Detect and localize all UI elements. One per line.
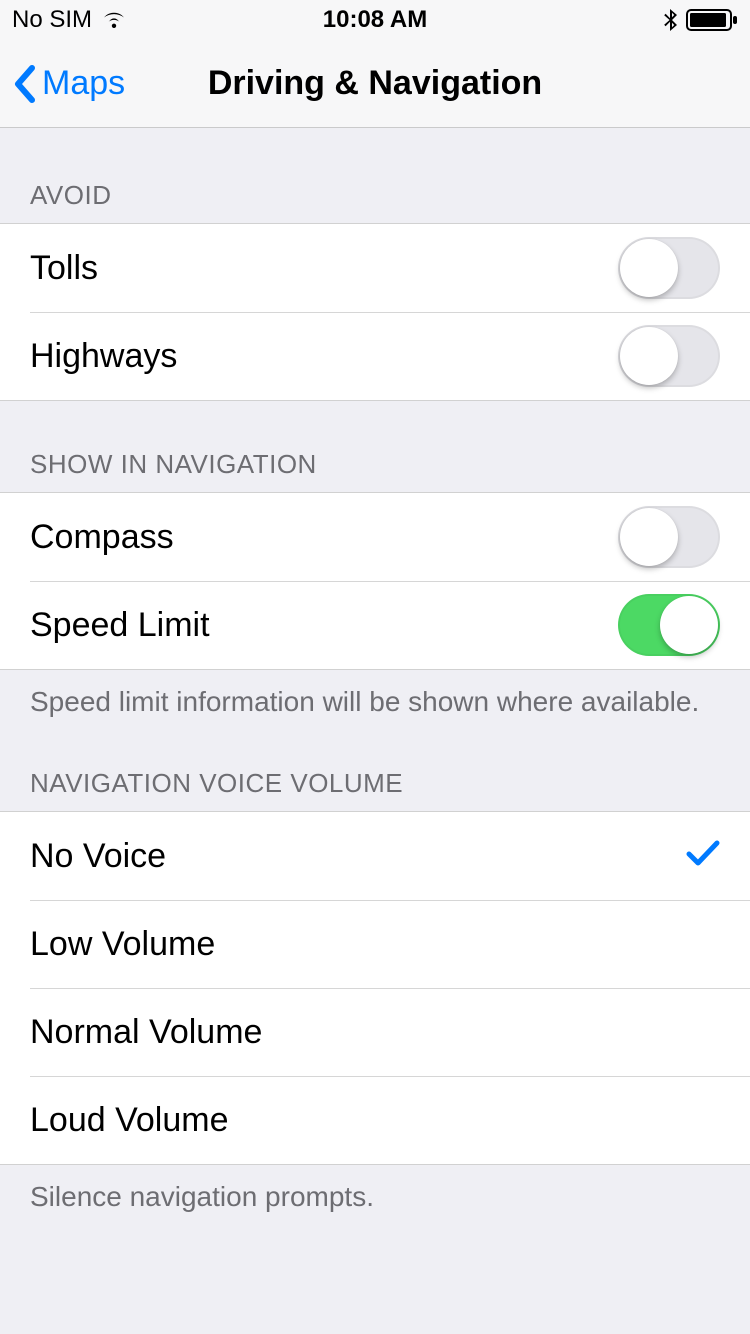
row-label-highways: Highways [30, 337, 618, 376]
checkmark-icon [686, 837, 720, 876]
row-speed-limit[interactable]: Speed Limit [0, 581, 750, 669]
carrier-label: No SIM [12, 6, 92, 34]
row-label-voice-loud: Loud Volume [30, 1101, 720, 1140]
section-footer-voice: Silence navigation prompts. [0, 1165, 750, 1215]
switch-speed-limit[interactable] [618, 594, 720, 656]
row-compass[interactable]: Compass [0, 493, 750, 581]
nav-bar: Maps Driving & Navigation [0, 40, 750, 128]
section-header-avoid: AVOID [0, 128, 750, 223]
row-label-voice-none: No Voice [30, 837, 686, 876]
group-show: Compass Speed Limit [0, 492, 750, 670]
switch-highways[interactable] [618, 325, 720, 387]
chevron-left-icon [12, 64, 36, 104]
row-label-voice-normal: Normal Volume [30, 1013, 720, 1052]
section-header-show: SHOW IN NAVIGATION [0, 401, 750, 492]
row-label-tolls: Tolls [30, 249, 618, 288]
status-right [664, 8, 738, 32]
row-voice-none[interactable]: No Voice [0, 812, 750, 900]
row-label-voice-low: Low Volume [30, 925, 720, 964]
row-label-speed: Speed Limit [30, 606, 618, 645]
section-header-voice: NAVIGATION VOICE VOLUME [0, 720, 750, 811]
wifi-icon [100, 10, 128, 30]
back-button[interactable]: Maps [0, 64, 125, 104]
group-avoid: Tolls Highways [0, 223, 750, 401]
row-voice-low[interactable]: Low Volume [0, 900, 750, 988]
back-label: Maps [42, 64, 125, 103]
status-left: No SIM [12, 6, 128, 34]
row-voice-loud[interactable]: Loud Volume [0, 1076, 750, 1164]
row-highways[interactable]: Highways [0, 312, 750, 400]
row-voice-normal[interactable]: Normal Volume [0, 988, 750, 1076]
status-bar: No SIM 10:08 AM [0, 0, 750, 40]
row-tolls[interactable]: Tolls [0, 224, 750, 312]
switch-compass[interactable] [618, 506, 720, 568]
battery-icon [686, 9, 738, 31]
group-voice: No Voice Low Volume Normal Volume Loud V… [0, 811, 750, 1165]
bluetooth-icon [664, 8, 678, 32]
section-footer-show: Speed limit information will be shown wh… [0, 670, 750, 720]
switch-tolls[interactable] [618, 237, 720, 299]
row-label-compass: Compass [30, 518, 618, 557]
